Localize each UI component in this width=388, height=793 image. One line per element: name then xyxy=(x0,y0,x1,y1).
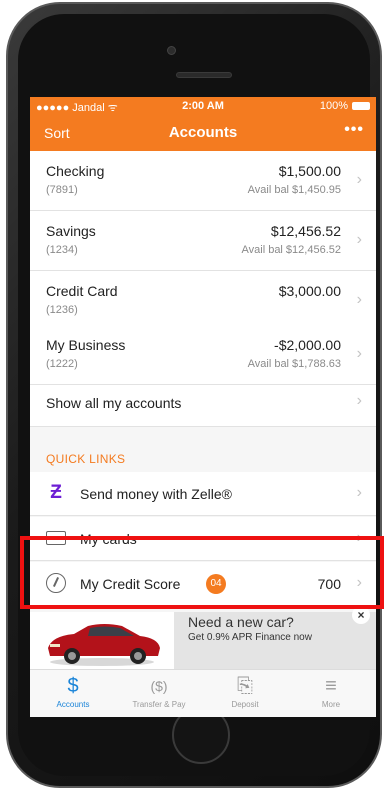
account-number: (1236) xyxy=(46,304,78,316)
menu-icon: ≡ xyxy=(325,675,337,697)
account-row-savings[interactable]: Savings (1234) $12,456.52 Avail bal $12,… xyxy=(30,211,376,271)
battery-icon xyxy=(352,102,370,110)
account-name: Credit Card xyxy=(46,283,118,299)
account-number: (1222) xyxy=(46,358,78,370)
account-name: My Business xyxy=(46,337,126,353)
app-screen: ●●●●● Jandal ᯤ 2:00 AM 100% Sort Account… xyxy=(30,97,376,717)
deposit-icon: ⎘ xyxy=(237,675,253,697)
account-name: Checking xyxy=(46,163,105,179)
quick-links-heading: QUICK LINKS xyxy=(46,452,126,466)
account-row-checking[interactable]: Checking (7891) $1,500.00 Avail bal $1,4… xyxy=(30,151,376,211)
page-title: Accounts xyxy=(168,124,238,141)
nav-bar: Sort Accounts ••• xyxy=(30,115,376,151)
chevron-right-icon: › xyxy=(356,392,362,409)
account-number: (7891) xyxy=(46,184,78,196)
tab-label: More xyxy=(321,700,341,709)
quick-link-zelle[interactable]: Ƶ Send money with Zelle® › xyxy=(30,472,376,516)
quick-link-label: Send money with Zelle® xyxy=(80,486,232,502)
chevron-right-icon: › xyxy=(356,484,362,501)
available-balance: Avail bal $1,450.95 xyxy=(247,184,341,196)
tab-more[interactable]: ≡ More xyxy=(288,670,374,717)
chevron-right-icon: › xyxy=(356,291,362,308)
available-balance: Avail bal $1,788.63 xyxy=(247,358,341,370)
front-camera xyxy=(167,46,176,55)
tab-label: Transfer & Pay xyxy=(132,700,186,709)
account-number: (1234) xyxy=(46,244,78,256)
battery-percent: 100% xyxy=(319,100,348,112)
account-balance: $3,000.00 xyxy=(278,283,341,299)
show-all-accounts-link[interactable]: Show all my accounts › xyxy=(30,379,376,427)
car-image xyxy=(30,612,174,669)
transfer-icon: ($) xyxy=(150,678,168,694)
car-loan-ad-banner[interactable]: Need a new car? Get 0.9% APR Finance now… xyxy=(30,606,376,669)
tab-accounts[interactable]: $ Accounts xyxy=(30,670,116,717)
account-balance: -$2,000.00 xyxy=(274,337,341,353)
account-balance: $1,500.00 xyxy=(278,163,341,179)
chevron-right-icon: › xyxy=(356,231,362,248)
account-balance: $12,456.52 xyxy=(270,223,341,239)
dollar-icon: $ xyxy=(67,675,79,697)
zelle-icon: Ƶ xyxy=(50,482,62,503)
ad-subtext: Get 0.9% APR Finance now xyxy=(188,632,312,643)
tab-label: Accounts xyxy=(56,700,90,709)
earpiece-speaker xyxy=(176,72,232,78)
tab-label: Deposit xyxy=(231,700,259,709)
tab-bar: $ Accounts ($) Transfer & Pay ⎘ Deposit … xyxy=(30,669,376,717)
status-bar: ●●●●● Jandal ᯤ 2:00 AM 100% xyxy=(30,97,376,115)
account-row-my-business[interactable]: My Business (1222) -$2,000.00 Avail bal … xyxy=(30,325,376,385)
account-row-credit-card[interactable]: Credit Card (1236) $3,000.00 › xyxy=(30,271,376,331)
tab-deposit[interactable]: ⎘ Deposit xyxy=(202,670,288,717)
more-options-button[interactable]: ••• xyxy=(344,121,364,139)
available-balance: Avail bal $12,456.52 xyxy=(241,244,342,256)
tab-transfer-pay[interactable]: ($) Transfer & Pay xyxy=(116,670,202,717)
account-name: Savings xyxy=(46,223,96,239)
chevron-right-icon: › xyxy=(356,345,362,362)
highlight-box xyxy=(20,536,384,609)
ad-headline: Need a new car? xyxy=(188,614,294,630)
chevron-right-icon: › xyxy=(356,171,362,188)
show-all-label: Show all my accounts xyxy=(46,395,182,411)
